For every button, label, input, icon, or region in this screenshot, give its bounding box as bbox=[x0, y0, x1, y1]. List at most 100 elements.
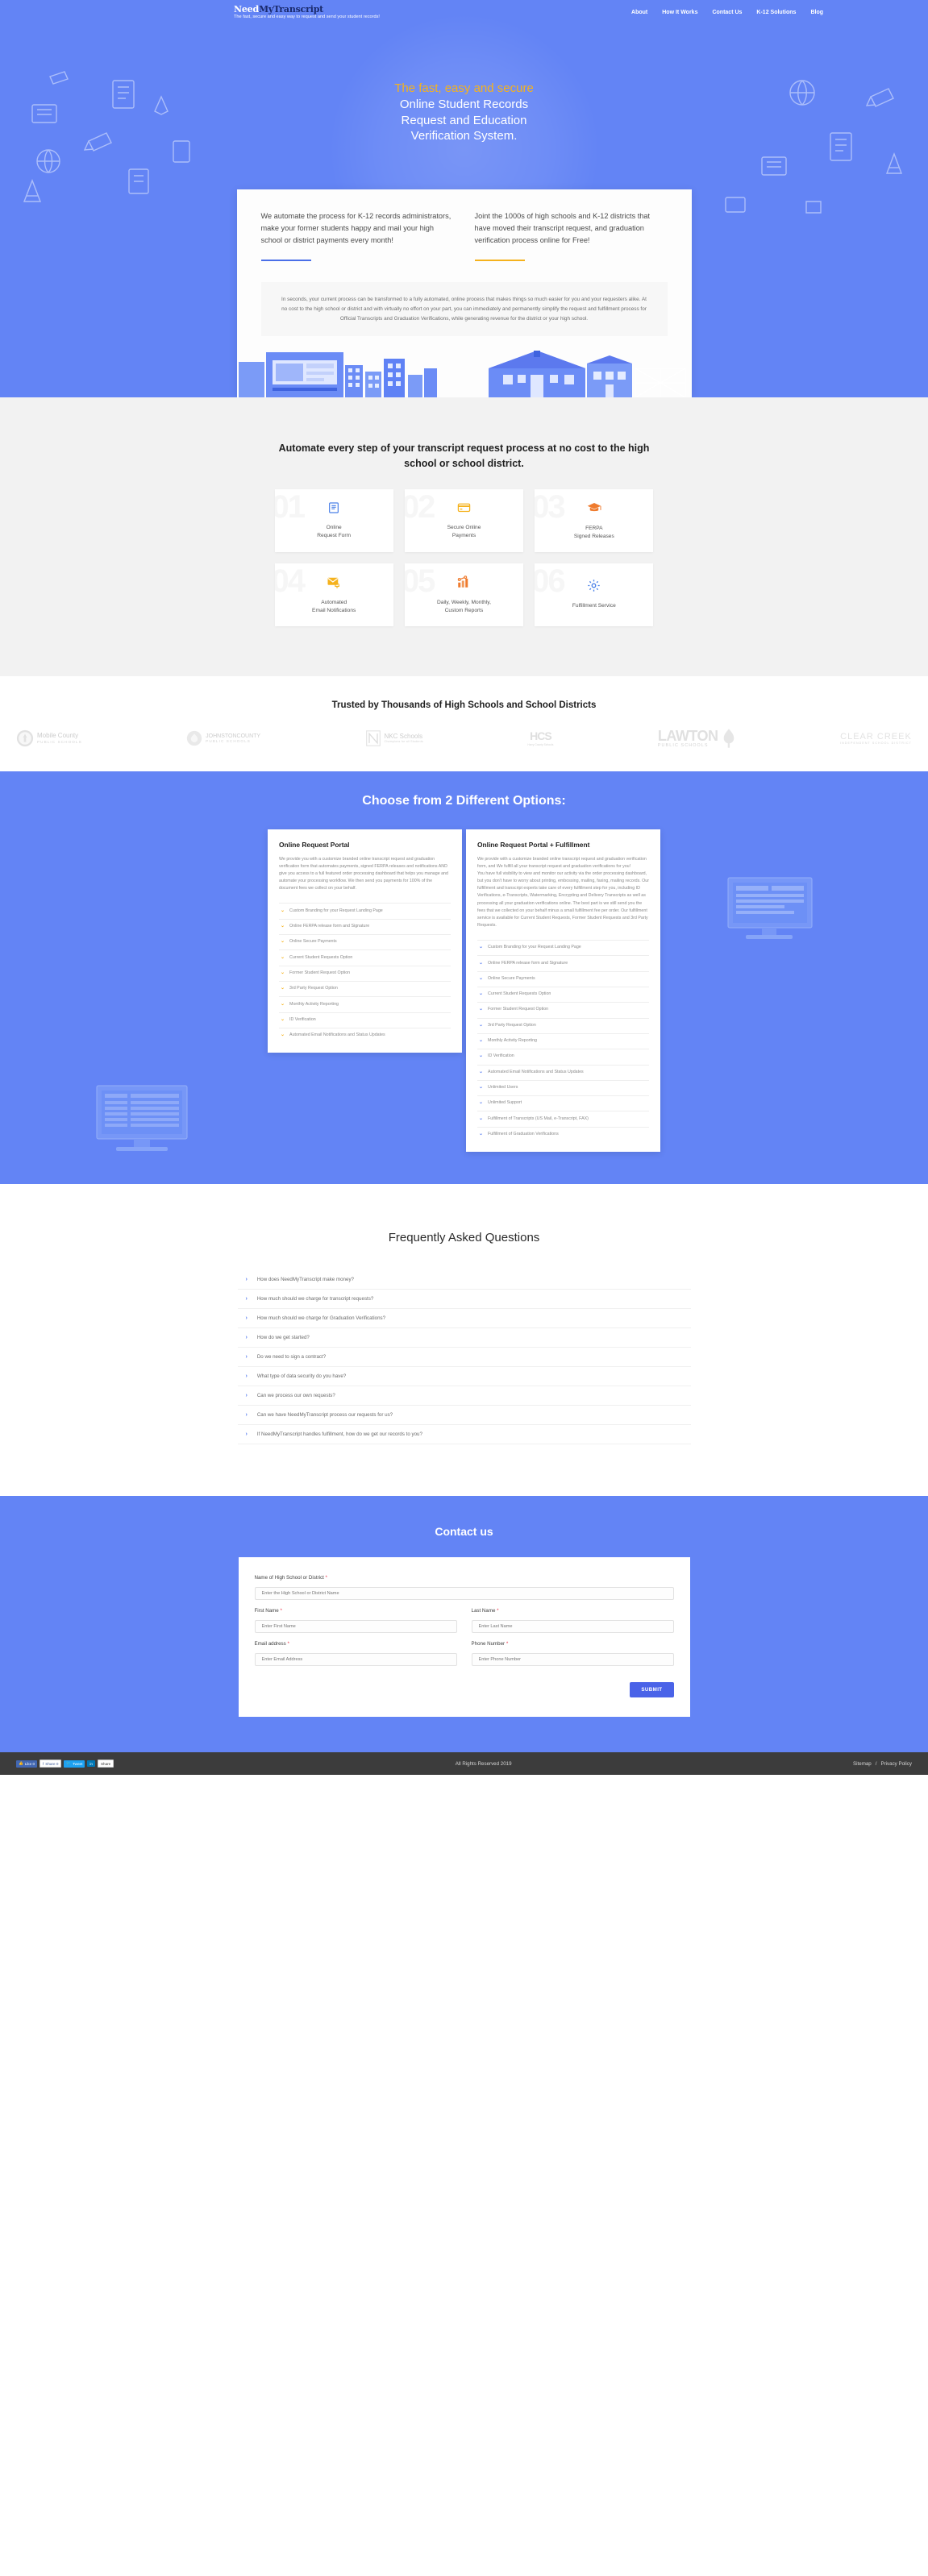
illustration-row bbox=[237, 347, 692, 398]
feature-card-fulfillment-service[interactable]: 06 Fulfillment Service bbox=[535, 563, 654, 626]
brand-logo[interactable]: NeedMyTranscript The fast, secure and ea… bbox=[234, 5, 380, 19]
option-feature-item[interactable]: ⌄ Custom Branding for your Request Landin… bbox=[477, 940, 649, 955]
feature-text: Custom Branding for your Request Landing… bbox=[289, 908, 383, 913]
intro-card-left: We automate the process for K-12 records… bbox=[260, 210, 454, 261]
option-left-feature-list: ⌄ Custom Branding for your Request Landin… bbox=[279, 903, 451, 1043]
feature-text: Online Secure Payments bbox=[289, 939, 337, 945]
nav-item-k12-solutions[interactable]: K-12 Solutions bbox=[756, 10, 796, 15]
faq-item[interactable]: › How do we get started? bbox=[237, 1328, 691, 1348]
label-email: Email address * bbox=[255, 1641, 457, 1647]
option-feature-item[interactable]: ⌄ Automated Email Notifications and Statu… bbox=[279, 1027, 451, 1043]
option-feature-item[interactable]: ⌄ Monthly Activity Reporting bbox=[477, 1032, 649, 1049]
option-left-title: Online Request Portal bbox=[279, 840, 350, 849]
feature-text: Current Student Requests Option bbox=[289, 954, 353, 960]
chevron-down-icon: ⌄ bbox=[479, 1085, 484, 1091]
nav-links[interactable]: About How It Works Contact Us K-12 Solut… bbox=[631, 5, 823, 15]
option-feature-item[interactable]: ⌄ 3rd Party Request Option bbox=[477, 1017, 649, 1033]
option-feature-item[interactable]: ⌄ Unlimited Users bbox=[477, 1079, 649, 1095]
faq-question: Can we process our own requests? bbox=[256, 1393, 335, 1399]
option-feature-item[interactable]: ⌄ Fulfillment of Graduation Verifications bbox=[477, 1126, 649, 1142]
option-card-online-request-portal-fulfillment: Online Request Portal + Fulfillment We p… bbox=[466, 829, 660, 1153]
hero-heading-block: The fast, easy and secure Online Student… bbox=[0, 32, 928, 189]
label-phone: Phone Number * bbox=[472, 1641, 674, 1647]
field-phone: Phone Number * bbox=[471, 1641, 674, 1667]
option-feature-item[interactable]: ⌄ Fulfillment of Transcripts (US Mail, e-… bbox=[477, 1111, 649, 1126]
faq-heading: Frequently Asked Questions bbox=[388, 1231, 540, 1245]
required-marker: * bbox=[280, 1608, 282, 1614]
footer-links[interactable]: Sitemap / Privacy Policy bbox=[853, 1761, 912, 1767]
option-right-description-p2: You have full visibility to view and mon… bbox=[477, 871, 649, 928]
option-right-title: Online Request Portal + Fulfillment bbox=[477, 840, 590, 849]
label-first-name: First Name * bbox=[255, 1608, 457, 1614]
feature-card-secure-online-payments[interactable]: 02 Secure Online Payments bbox=[404, 488, 524, 552]
trusted-by-section: Trusted by Thousands of High Schools and… bbox=[0, 675, 928, 771]
facebook-like-button[interactable]: 👍 Like 0 bbox=[16, 1760, 37, 1768]
feature-label-line1: Daily, Weekly, Monthly, bbox=[437, 599, 491, 605]
option-feature-item[interactable]: ⌄ Online FERPA release form and Signature bbox=[477, 955, 649, 970]
submit-button[interactable]: SUBMIT bbox=[630, 1682, 674, 1698]
feature-text: ID Verification bbox=[488, 1053, 514, 1059]
nav-item-about[interactable]: About bbox=[631, 10, 647, 15]
nav-item-how-it-works[interactable]: How It Works bbox=[662, 10, 697, 15]
linkedin-icon-button[interactable]: in bbox=[87, 1760, 95, 1768]
feature-card-online-request-form[interactable]: 01 Online Request Form bbox=[274, 488, 393, 552]
feature-card-custom-reports[interactable]: 05 Daily, Weekly, Monthly, Custom Report… bbox=[404, 563, 524, 626]
phone-input[interactable] bbox=[471, 1653, 674, 1667]
option-feature-item[interactable]: ⌄ Online Secure Payments bbox=[477, 970, 649, 987]
option-feature-item[interactable]: ⌄ Current Student Requests Option bbox=[279, 949, 451, 965]
option-feature-item[interactable]: ⌄ Current Student Requests Option bbox=[477, 986, 649, 1002]
feature-card-ferpa-signed-releases[interactable]: 03 FERPA Signed Releases bbox=[535, 488, 654, 552]
option-feature-item[interactable]: ⌄ Unlimited Support bbox=[477, 1095, 649, 1111]
first-name-input[interactable] bbox=[254, 1620, 457, 1634]
faq-item[interactable]: › If NeedMyTranscript handles fulfillment… bbox=[237, 1425, 691, 1445]
faq-question: How does NeedMyTranscript make money? bbox=[256, 1277, 354, 1283]
faq-item[interactable]: › How much should we charge for Graduatio… bbox=[237, 1309, 691, 1329]
chevron-down-icon: ⌄ bbox=[479, 1022, 484, 1028]
logo-name: HCS bbox=[530, 729, 552, 743]
main-navigation[interactable]: NeedMyTranscript The fast, secure and ea… bbox=[0, 0, 928, 32]
logo-subtitle: Champions for all Students bbox=[384, 740, 423, 744]
last-name-input[interactable] bbox=[471, 1620, 674, 1634]
privacy-policy-link[interactable]: Privacy Policy bbox=[880, 1761, 912, 1767]
option-feature-item[interactable]: ⌄ Former Student Request Option bbox=[477, 1002, 649, 1017]
contact-form[interactable]: Name of High School or District * First … bbox=[238, 1557, 690, 1718]
options-section: Choose from 2 Different Options: Online … bbox=[0, 771, 928, 1185]
option-card-online-request-portal: Online Request Portal We provide you wit… bbox=[268, 829, 462, 1053]
feature-number: 05 bbox=[404, 563, 435, 599]
facebook-share-button[interactable]: f Share 0 bbox=[40, 1760, 62, 1768]
option-feature-item[interactable]: ⌄ 3rd Party Request Option bbox=[279, 981, 451, 996]
faq-item[interactable]: › Do we need to sign a contract? bbox=[237, 1348, 691, 1368]
option-feature-item[interactable]: ⌄ Automated Email Notifications and Statu… bbox=[477, 1064, 649, 1080]
name-field-row: First Name * Last Name * bbox=[254, 1608, 674, 1641]
school-name-input[interactable] bbox=[254, 1587, 674, 1601]
linkedin-share-button[interactable]: Share bbox=[97, 1760, 114, 1768]
feature-card-automated-email-notifications[interactable]: 04 Automated Email Notifications bbox=[274, 563, 393, 626]
graduation-cap-icon bbox=[587, 501, 601, 519]
faq-item[interactable]: › How much should we charge for transcrip… bbox=[237, 1290, 691, 1310]
email-input[interactable] bbox=[254, 1653, 457, 1667]
hero-section: NeedMyTranscript The fast, secure and ea… bbox=[0, 0, 928, 398]
faq-item[interactable]: › Can we have NeedMyTranscript process ou… bbox=[237, 1406, 691, 1426]
chevron-down-icon: ⌄ bbox=[479, 1069, 484, 1074]
right-monitor-illustration bbox=[727, 877, 813, 939]
nav-item-blog[interactable]: Blog bbox=[810, 10, 823, 15]
left-monitor-illustration bbox=[96, 1085, 188, 1152]
sitemap-link[interactable]: Sitemap bbox=[853, 1761, 872, 1767]
option-feature-item[interactable]: ⌄ Former Student Request Option bbox=[279, 965, 451, 981]
option-left-description: We provide you with a customize branded … bbox=[279, 856, 448, 891]
option-feature-item[interactable]: ⌄ Online FERPA release form and Signature bbox=[279, 918, 451, 934]
nav-item-contact-us[interactable]: Contact Us bbox=[712, 10, 742, 15]
option-feature-item[interactable]: ⌄ ID Verification bbox=[477, 1049, 649, 1064]
option-feature-item[interactable]: ⌄ Custom Branding for your Request Landin… bbox=[279, 903, 451, 918]
faq-item[interactable]: › Can we process our own requests? bbox=[237, 1386, 691, 1406]
intro-left-rule bbox=[260, 259, 311, 261]
faq-item[interactable]: › How does NeedMyTranscript make money? bbox=[237, 1270, 691, 1290]
option-feature-item[interactable]: ⌄ ID Verification bbox=[279, 1012, 451, 1028]
submit-row: SUBMIT bbox=[255, 1682, 674, 1698]
twitter-tweet-button[interactable]: 🐦 Tweet bbox=[64, 1760, 85, 1768]
faq-item[interactable]: › What type of data security do you have? bbox=[237, 1367, 691, 1387]
option-feature-item[interactable]: ⌄ Online Secure Payments bbox=[279, 934, 451, 949]
chevron-down-icon: ⌄ bbox=[479, 945, 484, 950]
social-buttons[interactable]: 👍 Like 0 f Share 0 🐦 Tweet in Share bbox=[16, 1760, 114, 1768]
option-feature-item[interactable]: ⌄ Monthly Activity Reporting bbox=[279, 996, 451, 1012]
